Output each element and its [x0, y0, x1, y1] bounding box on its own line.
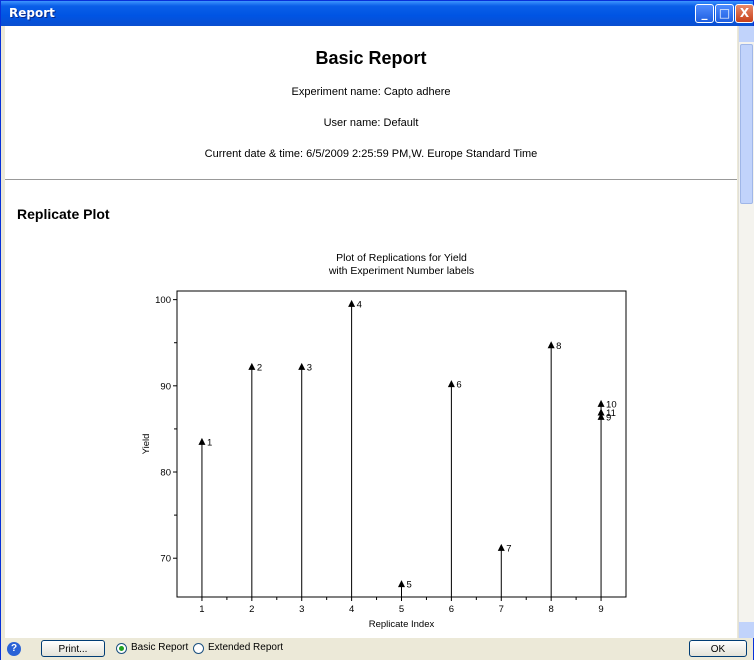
data-point-label: 1	[207, 437, 212, 448]
x-axis-label: Replicate Index	[369, 619, 435, 630]
chart-title: Plot of Replications for Yield	[336, 252, 467, 264]
y-tick-label: 80	[160, 468, 171, 479]
data-point-marker	[497, 543, 505, 551]
x-tick-label: 5	[399, 604, 404, 615]
data-point-label: 4	[357, 299, 362, 310]
title-bar[interactable]: Report _ □ X	[1, 1, 754, 26]
close-button[interactable]: X	[735, 4, 754, 23]
scroll-down-button[interactable]	[739, 622, 754, 638]
footer-bar: ? Print... Basic Report Extended Report …	[1, 638, 753, 660]
x-tick-label: 3	[299, 604, 304, 615]
maximize-icon: □	[718, 6, 731, 20]
scroll-thumb[interactable]	[740, 44, 753, 204]
report-content: Basic Report Experiment name: Capto adhe…	[5, 26, 737, 638]
vertical-scrollbar[interactable]	[738, 26, 754, 638]
window-title: Report	[9, 6, 55, 20]
data-point-marker	[447, 380, 455, 388]
close-icon: X	[739, 6, 750, 20]
extended-report-label[interactable]: Extended Report	[208, 642, 283, 653]
data-point-marker	[198, 437, 206, 445]
x-tick-label: 9	[598, 604, 603, 615]
report-window: Report _ □ X Basic Report Experiment nam…	[0, 0, 754, 660]
x-tick-label: 6	[449, 604, 454, 615]
data-point-marker	[597, 399, 605, 407]
y-axis-label: Yield	[141, 434, 152, 455]
x-tick-label: 7	[499, 604, 504, 615]
x-tick-label: 4	[349, 604, 354, 615]
data-point-label: 2	[257, 362, 262, 373]
chart-subtitle: with Experiment Number labels	[328, 265, 474, 277]
minimize-icon: _	[701, 6, 708, 20]
extended-report-radio[interactable]	[193, 643, 204, 654]
data-point-marker	[597, 408, 605, 416]
minimize-button[interactable]: _	[695, 4, 714, 23]
y-tick-label: 70	[160, 554, 171, 565]
ok-button[interactable]: OK	[689, 640, 747, 657]
plot-frame	[176, 290, 627, 598]
data-point-marker	[298, 362, 306, 370]
help-icon[interactable]: ?	[7, 642, 21, 656]
replicate-plot: Plot of Replications for Yieldwith Exper…	[141, 252, 627, 630]
x-tick-label: 8	[549, 604, 554, 615]
data-point-label: 8	[556, 341, 561, 352]
data-point-label: 5	[407, 580, 412, 591]
y-tick-label: 90	[160, 381, 171, 392]
data-point-marker	[547, 341, 555, 349]
data-point-label: 7	[506, 543, 511, 554]
data-point-label: 11	[606, 408, 616, 419]
basic-report-label[interactable]: Basic Report	[131, 642, 188, 653]
maximize-button[interactable]: □	[715, 4, 734, 23]
data-point-label: 3	[307, 362, 312, 373]
x-tick-label: 1	[199, 604, 204, 615]
data-point-label: 6	[456, 380, 461, 391]
print-button[interactable]: Print...	[41, 640, 105, 657]
basic-report-radio[interactable]	[116, 643, 127, 654]
x-tick-label: 2	[249, 604, 254, 615]
scroll-up-button[interactable]	[739, 26, 754, 42]
y-tick-label: 100	[155, 295, 171, 306]
data-point-marker	[248, 362, 256, 370]
data-point-marker	[398, 580, 405, 588]
data-point-marker	[348, 299, 356, 307]
